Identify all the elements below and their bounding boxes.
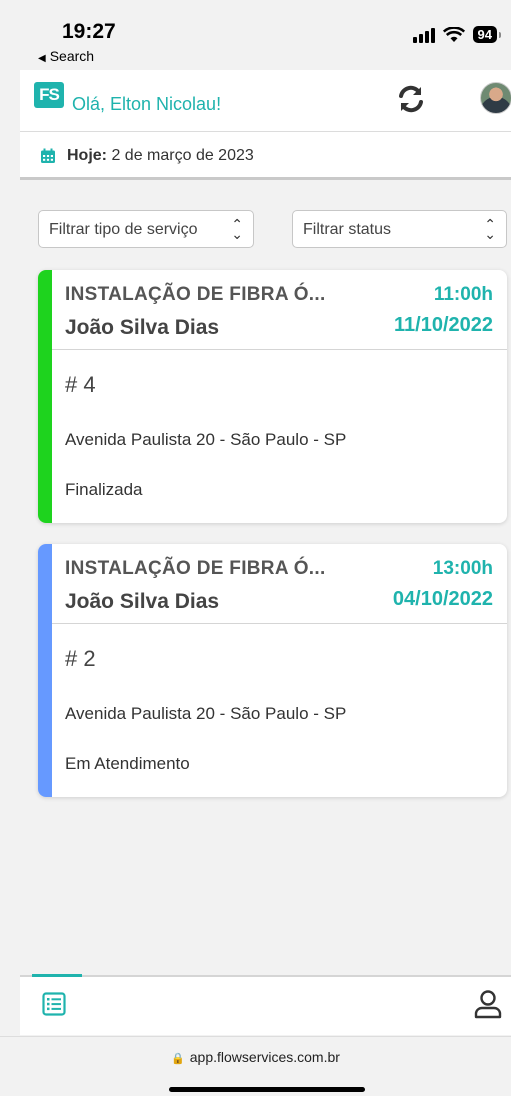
active-tab-indicator [32,974,82,977]
status-stripe [38,544,52,797]
wifi-icon [442,26,465,42]
order-number: # 2 [65,646,96,671]
chevron-updown-icon: ⌃ ⌄ [484,216,496,242]
chevron-updown-icon: ⌃ ⌄ [231,216,243,242]
signal-icon [412,27,435,43]
back-arrow-icon: ◀ [38,53,46,64]
order-address: Avenida Paulista 20 - São Paulo - SP [65,704,347,723]
home-indicator[interactable] [169,1087,365,1092]
app-logo: FS [34,82,64,108]
service-type-filter[interactable]: Filtrar tipo de serviço ⌃ ⌄ [38,210,254,248]
url-display[interactable]: 🔒 app.flowservices.com.br [0,1049,511,1065]
order-time: 13:00h [432,558,493,579]
status-bar: 19:27 ◀ Search 94 [0,0,511,70]
service-title: INSTALAÇÃO DE FIBRA Ó... [65,558,326,579]
order-status: Finalizada [65,480,143,499]
calendar-icon [41,148,55,163]
today-date: Hoje: 2 de março de 2023 [67,147,254,165]
order-status: Em Atendimento [65,754,190,773]
browser-url-bar[interactable]: 🔒 app.flowservices.com.br [0,1036,511,1096]
refresh-icon[interactable] [396,84,426,114]
order-address: Avenida Paulista 20 - São Paulo - SP [65,430,347,449]
bottom-nav [20,974,511,1035]
order-card-header: INSTALAÇÃO DE FIBRA Ó... João Silva Dias… [52,544,507,624]
customer-name: João Silva Dias [65,590,220,613]
order-card[interactable]: INSTALAÇÃO DE FIBRA Ó... João Silva Dias… [38,544,507,797]
order-card-header: INSTALAÇÃO DE FIBRA Ó... João Silva Dias… [52,270,507,350]
order-number: # 4 [65,372,96,397]
service-type-filter-label: Filtrar tipo de serviço [49,221,198,238]
app-header: FS Olá, Elton Nicolau! [20,70,511,132]
today-bar: Hoje: 2 de março de 2023 [20,132,511,180]
lock-icon: 🔒 [171,1053,185,1065]
order-date: 04/10/2022 [392,588,493,610]
status-icons: 94 [412,26,502,43]
url-text: app.flowservices.com.br [189,1049,340,1065]
greeting: Olá, Elton Nicolau! [72,94,222,114]
clock: 19:27 [62,20,116,43]
status-filter-label: Filtrar status [303,221,392,238]
status-stripe [38,270,52,523]
battery-icon: 94 [472,26,502,43]
user-icon[interactable] [474,989,502,1019]
user-avatar[interactable] [480,82,511,114]
order-time: 11:00h [433,284,493,305]
back-to-search[interactable]: ◀ Search [38,48,94,64]
order-date: 11/10/2022 [394,314,493,336]
service-title: INSTALAÇÃO DE FIBRA Ó... [65,284,326,305]
today-value: 2 de março de 2023 [111,147,254,164]
today-label: Hoje: [67,147,107,164]
list-icon[interactable] [42,992,66,1016]
customer-name: João Silva Dias [65,316,220,339]
status-filter[interactable]: Filtrar status ⌃ ⌄ [292,210,507,248]
order-card[interactable]: INSTALAÇÃO DE FIBRA Ó... João Silva Dias… [38,270,507,523]
back-label: Search [49,48,95,64]
